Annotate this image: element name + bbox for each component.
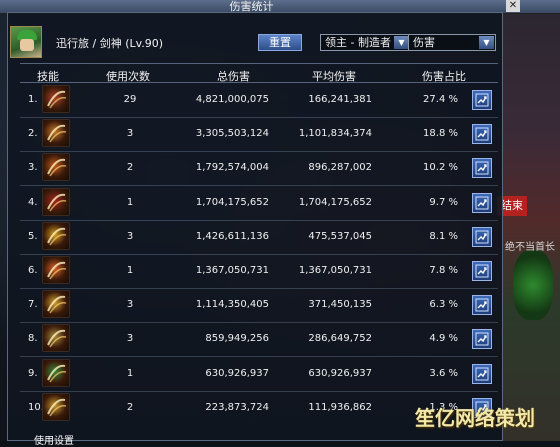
detail-chart-icon[interactable]: [472, 295, 492, 315]
header-avg-damage[interactable]: 平均伤害: [312, 68, 356, 84]
damage-share: 9.7 %: [429, 197, 458, 208]
damage-share: 27.4 %: [423, 94, 458, 105]
row-index: 3.: [28, 162, 38, 173]
flame-fan-skill-icon: [42, 256, 70, 284]
golden-arc-skill-icon: [42, 393, 70, 421]
blade-rush-skill-icon: [42, 324, 70, 352]
use-count: 3: [126, 333, 134, 344]
wave-slash-skill-icon: [42, 290, 70, 318]
chevron-down-icon[interactable]: ▼: [479, 36, 494, 49]
total-damage: 1,426,611,136: [195, 231, 269, 242]
row-index: 2.: [28, 128, 38, 139]
damage-share: 7.8 %: [429, 265, 458, 276]
stat-type-value: 伤害: [413, 36, 435, 49]
table-header: 技能 使用次数 总伤害 平均伤害 伤害占比: [20, 63, 498, 83]
header-skill: 技能: [37, 70, 59, 83]
total-damage: 1,114,350,405: [195, 299, 269, 310]
average-damage: 111,936,862: [308, 402, 372, 413]
detail-chart-icon[interactable]: [472, 364, 492, 384]
row-index: 6.: [28, 265, 38, 276]
total-damage: 223,873,724: [205, 402, 269, 413]
use-count: 1: [126, 265, 134, 276]
stat-type-select[interactable]: 伤害 ▼: [408, 34, 496, 51]
row-divider: [20, 185, 498, 186]
settings-label[interactable]: 使用设置: [34, 432, 74, 447]
reset-button[interactable]: 重置: [258, 34, 302, 51]
table-row: 1. 29 4,821,000,075 166,241,381 27.4 %: [20, 84, 498, 116]
detail-chart-icon[interactable]: [472, 124, 492, 144]
table-row: 3. 2 1,792,574,004 896,287,002 10.2 %: [20, 152, 498, 184]
average-damage: 1,367,050,731: [298, 265, 372, 276]
average-damage: 1,704,175,652: [298, 197, 372, 208]
game-side-strip: [503, 0, 560, 441]
burst-skill-icon: [42, 188, 70, 216]
table-row: 9. 1 630,926,937 630,926,937 3.6 %: [20, 358, 498, 390]
watermark: 笙亿网络策划: [415, 406, 535, 430]
chevron-down-icon[interactable]: ▼: [394, 36, 409, 49]
damage-share: 10.2 %: [423, 162, 458, 173]
average-damage: 371,450,135: [308, 299, 372, 310]
use-count: 1: [126, 197, 134, 208]
crescent-skill-icon: [42, 222, 70, 250]
total-damage: 1,792,574,004: [195, 162, 269, 173]
table-row: 8. 3 859,949,256 286,649,752 4.9 %: [20, 323, 498, 355]
header-total-damage[interactable]: 总伤害: [217, 68, 250, 84]
row-index: 7.: [28, 299, 38, 310]
use-count: 2: [126, 402, 134, 413]
table-row: 4. 1 1,704,175,652 1,704,175,652 9.7 %: [20, 187, 498, 219]
detail-chart-icon[interactable]: [472, 193, 492, 213]
total-damage: 630,926,937: [205, 368, 269, 379]
detail-chart-icon[interactable]: [472, 90, 492, 110]
target-select-value: 领主 - 制造者: [325, 36, 391, 49]
use-count: 29: [123, 94, 137, 105]
use-count: 2: [126, 162, 134, 173]
target-select[interactable]: 领主 - 制造者 ▼: [320, 34, 411, 51]
triple-slash-skill-icon: [42, 85, 70, 113]
total-damage: 4,821,000,075: [195, 94, 269, 105]
average-damage: 166,241,381: [308, 94, 372, 105]
spiral-slash-skill-icon: [42, 153, 70, 181]
table-row: 6. 1 1,367,050,731 1,367,050,731 7.8 %: [20, 255, 498, 287]
header-uses[interactable]: 使用次数: [106, 68, 150, 84]
damage-share: 6.3 %: [429, 299, 458, 310]
row-index: 4.: [28, 197, 38, 208]
green-glyph-skill-icon: [42, 359, 70, 387]
row-index: 1.: [28, 94, 38, 105]
table-row: 7. 3 1,114,350,405 371,450,135 6.3 %: [20, 289, 498, 321]
table-row: 2. 3 3,305,503,124 1,101,834,374 18.8 %: [20, 118, 498, 150]
average-damage: 286,649,752: [308, 333, 372, 344]
row-index: 5.: [28, 231, 38, 242]
row-divider: [20, 356, 498, 357]
damage-share: 3.6 %: [429, 368, 458, 379]
detail-chart-icon[interactable]: [472, 227, 492, 247]
close-icon[interactable]: ✕: [506, 0, 520, 12]
side-text: 绝不当首长: [505, 242, 555, 253]
damage-share: 4.9 %: [429, 333, 458, 344]
detail-chart-icon[interactable]: [472, 329, 492, 349]
average-damage: 630,926,937: [308, 368, 372, 379]
use-count: 3: [126, 299, 134, 310]
total-damage: 1,704,175,652: [195, 197, 269, 208]
row-index: 9.: [28, 368, 38, 379]
header-damage-share[interactable]: 伤害占比: [422, 68, 466, 84]
sword-cross-skill-icon: [42, 119, 70, 147]
total-damage: 1,367,050,731: [195, 265, 269, 276]
damage-share: 18.8 %: [423, 128, 458, 139]
average-damage: 475,537,045: [308, 231, 372, 242]
average-damage: 1,101,834,374: [298, 128, 372, 139]
character-avatar: [10, 26, 42, 58]
use-count: 3: [126, 128, 134, 139]
total-damage: 859,949,256: [205, 333, 269, 344]
use-count: 1: [126, 368, 134, 379]
side-character-sprite: [513, 250, 553, 320]
average-damage: 896,287,002: [308, 162, 372, 173]
total-damage: 3,305,503,124: [195, 128, 269, 139]
character-name: 迅行旅 / 剑神 (Lv.90): [56, 37, 164, 50]
detail-chart-icon[interactable]: [472, 261, 492, 281]
row-index: 8.: [28, 333, 38, 344]
damage-share: 8.1 %: [429, 231, 458, 242]
use-count: 3: [126, 231, 134, 242]
detail-chart-icon[interactable]: [472, 158, 492, 178]
table-row: 5. 3 1,426,611,136 475,537,045 8.1 %: [20, 221, 498, 253]
